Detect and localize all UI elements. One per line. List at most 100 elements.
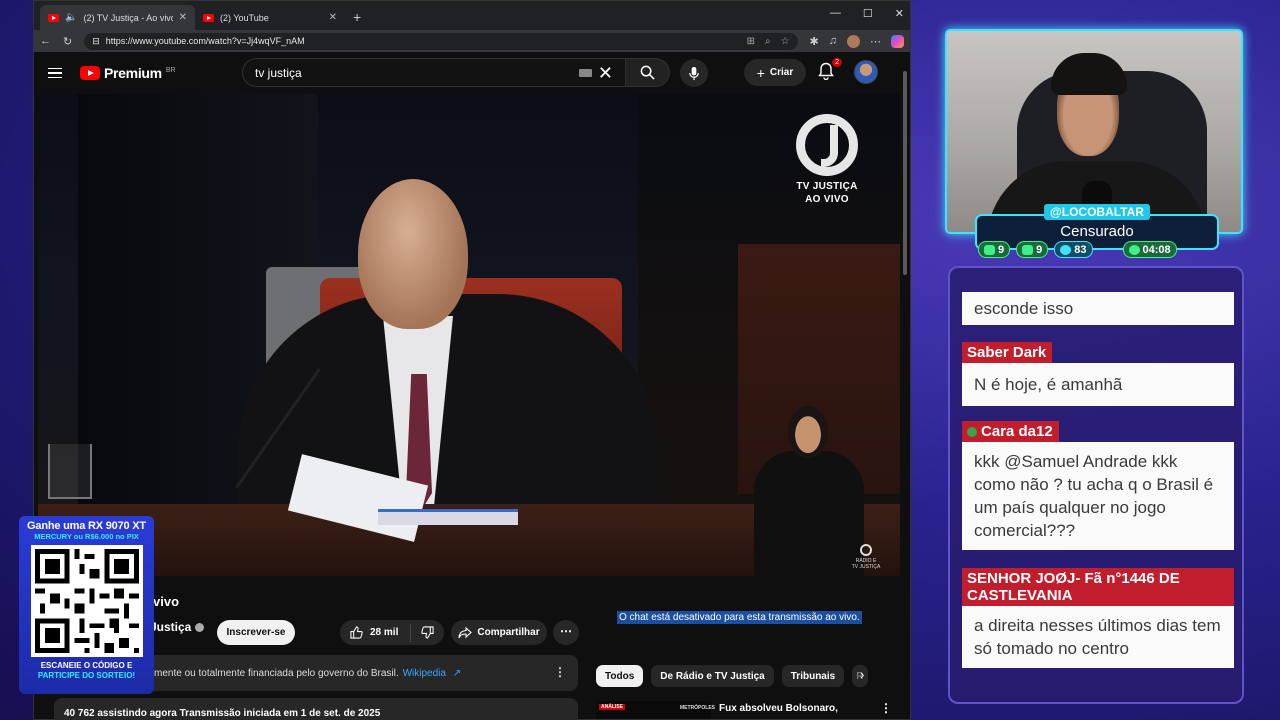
promo-line-1: Ganhe uma RX 9070 XT xyxy=(27,520,146,532)
video-speaker-head xyxy=(358,179,468,329)
stream-status: Censurado xyxy=(1060,223,1134,240)
youtube-favicon-icon xyxy=(203,13,214,22)
like-button[interactable]: 28 mil xyxy=(340,623,412,642)
promo-line-4: PARTICIPE DO SORTEIO! xyxy=(37,671,136,680)
chat-username: Saber Dark xyxy=(962,342,1053,363)
site-info-icon[interactable]: ⊟ xyxy=(92,36,100,47)
new-tab-icon[interactable]: + xyxy=(345,9,369,30)
menu-hamburger-icon[interactable] xyxy=(48,67,62,79)
tab-youtube[interactable]: (2) YouTube ✕ xyxy=(195,5,345,30)
more-actions-button[interactable]: ⋯ xyxy=(553,620,579,645)
browser-window: 🔈 (2) TV Justiça - Ao vivo - You ✕ (2) Y… xyxy=(33,0,911,720)
recommended-video[interactable]: ANÁLISE METRÓPOLES Fux absolveu Bolsonar… xyxy=(596,701,892,719)
dislike-button[interactable] xyxy=(411,626,434,639)
channel-name[interactable]: Justiça xyxy=(150,620,205,634)
thumbs-up-icon xyxy=(350,626,363,639)
menu-dots-icon[interactable]: ⋯ xyxy=(870,35,881,48)
scrollbar-thumb[interactable] xyxy=(903,71,907,275)
recommended-thumbnail[interactable]: ANÁLISE METRÓPOLES xyxy=(596,701,715,719)
clear-search-icon[interactable]: ✕ xyxy=(598,64,613,82)
region-code: BR xyxy=(165,67,176,74)
logo-line-1: TV JUSTIÇA xyxy=(796,181,858,192)
logo-line-2: AO VIVO xyxy=(805,194,849,205)
account-avatar[interactable] xyxy=(854,60,878,84)
recommended-more-icon[interactable]: ⋮ xyxy=(880,701,892,719)
keyboard-icon[interactable] xyxy=(578,68,592,77)
plus-icon: + xyxy=(756,64,765,81)
whatsapp-icon xyxy=(1128,244,1140,255)
youtube-stat: 9 xyxy=(1016,241,1049,258)
close-window-icon[interactable]: ✕ xyxy=(895,7,904,20)
tab-tv-justica[interactable]: 🔈 (2) TV Justiça - Ao vivo - You ✕ xyxy=(40,5,195,30)
description-box[interactable]: 40 762 assistindo agora Transmissão inic… xyxy=(54,698,578,720)
search-input[interactable]: tv justiça ✕ xyxy=(242,58,626,87)
chat-stat: 9 xyxy=(978,241,1011,258)
qr-code-icon xyxy=(34,549,139,653)
media-control-icon[interactable]: ♫ xyxy=(829,35,837,47)
chat-message-text: esconde isso xyxy=(962,292,1234,325)
small-logo-icon xyxy=(860,544,872,556)
notifications-button[interactable]: 2 xyxy=(818,58,842,82)
maximize-icon[interactable]: ☐ xyxy=(863,7,873,20)
thumbnail-brand: METRÓPOLES xyxy=(680,705,716,711)
window-controls: — ☐ ✕ xyxy=(830,7,904,20)
extensions-icon[interactable]: ✱ xyxy=(810,35,819,48)
url-text: https://www.youtube.com/watch?v=Jj4wqVF_… xyxy=(105,36,305,46)
bookmark-star-icon[interactable]: ☆ xyxy=(781,36,790,47)
copilot-icon[interactable] xyxy=(891,34,904,48)
chat-message: Saber Dark N é hoje, é amanhã xyxy=(962,342,1234,406)
reload-icon[interactable]: ↻ xyxy=(63,35,72,48)
search-bar: tv justiça ✕ xyxy=(242,58,670,87)
tv-justica-logo-icon xyxy=(796,114,858,176)
back-icon[interactable]: ← xyxy=(40,35,51,47)
chat-message-text: N é hoje, é amanhã xyxy=(962,363,1234,406)
search-value: tv justiça xyxy=(255,65,302,80)
close-tab-icon[interactable]: ✕ xyxy=(329,12,337,23)
search-button[interactable] xyxy=(626,58,670,87)
url-field[interactable]: ⊟ https://www.youtube.com/watch?v=Jj4wqV… xyxy=(84,32,798,50)
tv-justica-logo: TV JUSTIÇA AO VIVO xyxy=(795,114,859,206)
notification-badge: 2 xyxy=(832,58,842,67)
verified-icon xyxy=(195,622,205,632)
chat-bubble-icon xyxy=(984,244,995,255)
external-link-icon: ↗ xyxy=(449,667,462,679)
chat-username: SENHOR JOØJ- Fã n°1446 DE CASTLEVANIA xyxy=(962,568,1234,606)
youtube-logo[interactable]: Premium BR xyxy=(80,65,176,81)
info-text: mente ou totalmente financiada pelo gove… xyxy=(154,667,399,679)
share-button[interactable]: Compartilhar xyxy=(451,620,547,645)
zoom-icon[interactable]: ⌕ xyxy=(765,36,771,47)
streamer-handle: @LOCOBALTAR xyxy=(1044,204,1150,220)
thumbs-down-icon xyxy=(421,626,434,639)
chip-radio-tv-justica[interactable]: De Rádio e TV Justiça xyxy=(651,665,774,687)
recommended-title: Fux absolveu Bolsonaro, xyxy=(719,703,838,714)
video-glass xyxy=(48,444,92,499)
streamer-hair xyxy=(1051,53,1127,95)
voice-search-button[interactable] xyxy=(680,59,708,87)
stream-stats: 9 9 83 04:08 xyxy=(978,241,1177,258)
create-button[interactable]: + Criar xyxy=(744,59,806,86)
close-tab-icon[interactable]: ✕ xyxy=(179,12,187,23)
chip-all[interactable]: Todos xyxy=(596,665,644,687)
chat-disabled-notice: O chat está desativado para esta transmi… xyxy=(617,611,862,624)
chips-next-icon[interactable]: › xyxy=(860,667,864,682)
microphone-icon xyxy=(689,66,699,80)
minimize-icon[interactable]: — xyxy=(830,7,841,20)
page-scrollbar[interactable] xyxy=(902,67,908,707)
video-player[interactable]: TV JUSTIÇA AO VIVO RÁDIO E TV JUSTIÇA xyxy=(38,94,900,576)
info-more-icon[interactable]: ⋮ xyxy=(554,665,566,679)
tab-bar: 🔈 (2) TV Justiça - Ao vivo - You ✕ (2) Y… xyxy=(34,1,910,30)
speaker-icon[interactable]: 🔈 xyxy=(65,12,77,23)
youtube-icon xyxy=(1022,244,1034,255)
chip-tribunais[interactable]: Tribunais xyxy=(781,665,845,687)
youtube-header: Premium BR tv justiça ✕ + Criar 2 xyxy=(34,52,910,94)
app-install-icon[interactable]: ⊞ xyxy=(747,36,755,47)
create-label: Criar xyxy=(769,67,794,78)
profile-avatar-icon[interactable] xyxy=(847,34,860,48)
chat-message: Cara da12 kkk @Samuel Andrade kkk como n… xyxy=(962,421,1234,550)
share-icon xyxy=(458,626,473,638)
wikipedia-link[interactable]: Wikipedia xyxy=(403,668,446,679)
subscribe-button[interactable]: Inscrever-se xyxy=(217,620,295,645)
promo-line-3: ESCANEIE O CÓDIGO E xyxy=(40,661,133,670)
chat-message-text: a direita nesses últimos dias tem só tom… xyxy=(962,606,1234,668)
tab-title: (2) YouTube xyxy=(220,12,269,23)
